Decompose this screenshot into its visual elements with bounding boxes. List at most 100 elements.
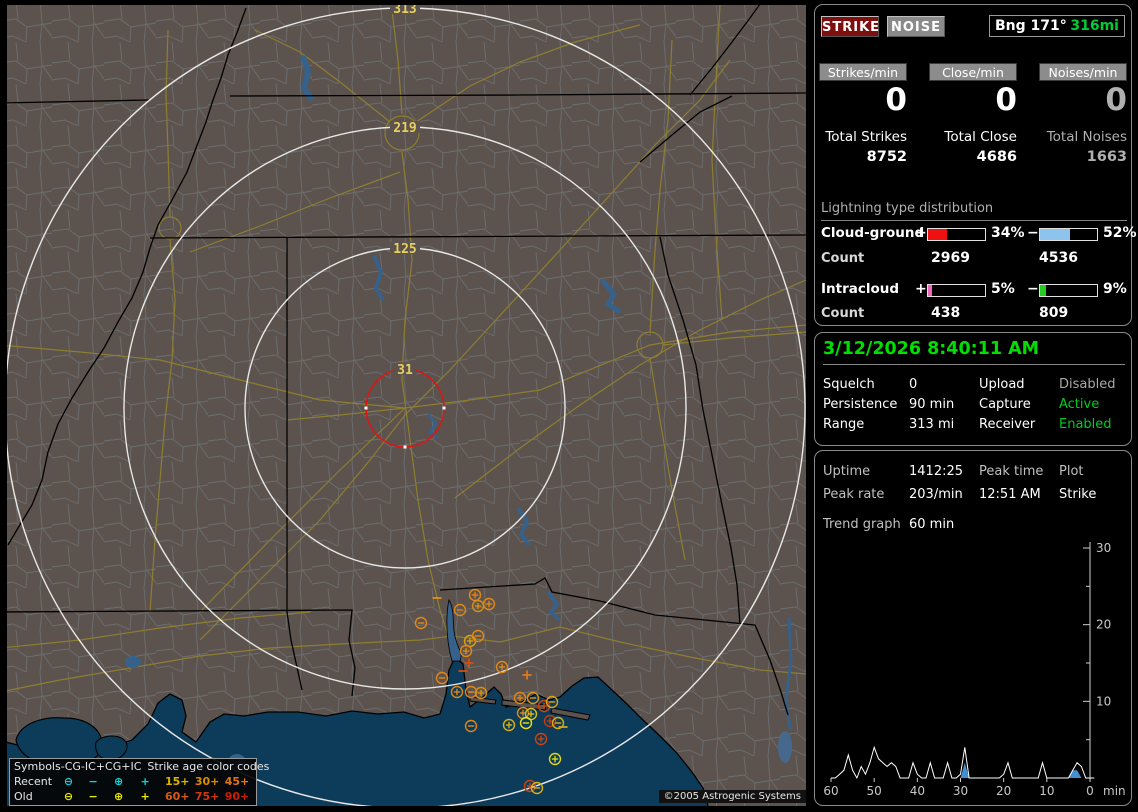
cg-count-label: Count [821,251,865,266]
cg-minus-old-icon: ⊖ [63,790,74,803]
ic-positive-pct: 5% [991,281,1015,297]
cg-minus-recent-icon: ⊖ [63,775,74,788]
age-45: 45+ [224,775,250,788]
cg-positive-pct: 34% [991,225,1025,241]
minus-sign: − [1027,225,1039,241]
cg-negative-pct: 52% [1103,225,1137,241]
ic-positive-bar [927,284,986,297]
total-noises-label: Total Noises [1046,129,1127,145]
close-per-min-value: 0 [995,82,1017,118]
ic-minus-recent-icon: − [88,775,98,788]
trend-duration-value: 60 min [909,517,955,532]
map-canvas: 313 219 125 31 [7,5,806,806]
legend-symbols-header: Symbols [14,760,61,773]
uptime-value: 1412:25 [909,464,964,479]
legend-col-cg-minus: -CG [60,760,81,773]
svg-text:30: 30 [953,784,968,798]
svg-text:31: 31 [397,363,413,378]
legend-row-old: Old [14,790,33,803]
bearing-distance: 316mi [1070,18,1119,34]
total-close-value: 4686 [976,149,1017,165]
svg-text:0: 0 [1086,784,1094,798]
ic-negative-pct: 9% [1103,281,1127,297]
svg-text:10: 10 [1039,784,1054,798]
capture-status: Active [1059,397,1100,412]
trend-graph-label: Trend graph [823,517,901,532]
bearing-readout: Bng 171° 316mi [989,15,1125,37]
peak-rate-label: Peak rate [823,487,885,502]
persistence-label: Persistence [823,397,898,412]
distribution-title: Lightning type distribution [821,201,1127,221]
cg-plus-recent-icon: ⊕ [114,775,124,788]
capture-label: Capture [979,397,1031,412]
symbols-legend: Symbols -CG -IC +CG +IC Strike age color… [9,758,269,806]
total-noises-value: 1663 [1086,149,1127,165]
legend-col-ic-minus: -IC [80,760,96,773]
age-60: 60+ [164,790,190,803]
bearing-label: Bng 171° [995,18,1067,34]
stats-panel: STRIKE NOISE Bng 171° 316mi Strikes/min C… [814,4,1137,326]
svg-text:313: 313 [393,5,416,17]
cg-positive-bar [927,228,986,241]
ic-count-label: Count [821,306,865,321]
svg-text:30: 30 [1096,541,1111,555]
total-strikes-value: 8752 [866,149,907,165]
squelch-value: 0 [909,377,918,392]
intracloud-label: Intracloud [821,281,900,297]
persistence-value: 90 min [909,397,955,412]
ic-negative-count: 809 [1039,305,1069,321]
svg-text:10: 10 [1096,694,1111,708]
age-90: 90+ [224,790,250,803]
noises-per-min-chip: Noises/min [1039,63,1127,81]
cg-negative-count: 4536 [1039,250,1078,266]
age-15: 15+ [164,775,190,788]
close-per-min-chip: Close/min [929,63,1017,81]
range-value: 313 mi [909,417,955,432]
svg-text:219: 219 [393,121,416,136]
peak-time-label: Peak time [979,464,1044,479]
uptime-label: Uptime [823,464,871,479]
svg-text:60: 60 [823,784,838,798]
cloud-ground-label: Cloud-ground [821,225,925,241]
range-label: Range [823,417,865,432]
ic-plus-old-icon: + [140,790,150,803]
svg-text:125: 125 [393,242,416,257]
plus-sign: + [915,225,927,241]
strike-toggle-button[interactable]: STRIKE [821,16,879,37]
strikes-per-min-chip: Strikes/min [819,63,907,81]
ic-positive-count: 438 [931,305,961,321]
receiver-status: Enabled [1059,417,1112,432]
total-close-label: Total Close [944,129,1017,145]
cg-negative-bar [1039,228,1098,241]
svg-text:50: 50 [867,784,882,798]
trend-graph: 10 20 30 60 50 40 30 20 10 0 min [823,541,1126,798]
legend-col-ic-plus: +IC [121,760,142,773]
svg-text:20: 20 [996,784,1011,798]
squelch-label: Squelch [823,377,875,392]
legend-age-header: Strike age color codes [147,760,270,773]
total-strikes-label: Total Strikes [825,129,907,145]
noises-per-min-value: 0 [1105,82,1127,118]
ic-plus-recent-icon: + [140,775,150,788]
cg-positive-count: 2969 [931,250,970,266]
copyright-label: ©2005 Astrogenic Systems [658,790,806,803]
plot-label: Plot [1059,464,1084,479]
noise-toggle-button[interactable]: NOISE [887,16,945,37]
plus-sign: + [915,281,927,297]
session-panel: Uptime 1412:25 Peak time Plot Peak rate … [814,450,1132,806]
svg-text:20: 20 [1096,618,1111,632]
age-30: 30+ [194,775,220,788]
upload-label: Upload [979,377,1025,392]
plot-mode-value: Strike [1059,487,1097,502]
upload-status: Disabled [1059,377,1116,392]
map-view[interactable]: 313 219 125 31 Symbols -CG -IC +CG +IC Stri… [7,5,806,806]
receiver-label: Receiver [979,417,1036,432]
svg-text:40: 40 [910,784,925,798]
datetime-display: 3/12/2026 8:40:11 AM [823,339,1125,365]
peak-rate-value: 203/min [909,487,963,502]
svg-text:min: min [1103,784,1126,798]
peak-time-value: 12:51 AM [979,487,1041,502]
ic-negative-bar [1039,284,1098,297]
legend-col-cg-plus: +CG [95,760,122,773]
ic-minus-old-icon: − [88,790,98,803]
